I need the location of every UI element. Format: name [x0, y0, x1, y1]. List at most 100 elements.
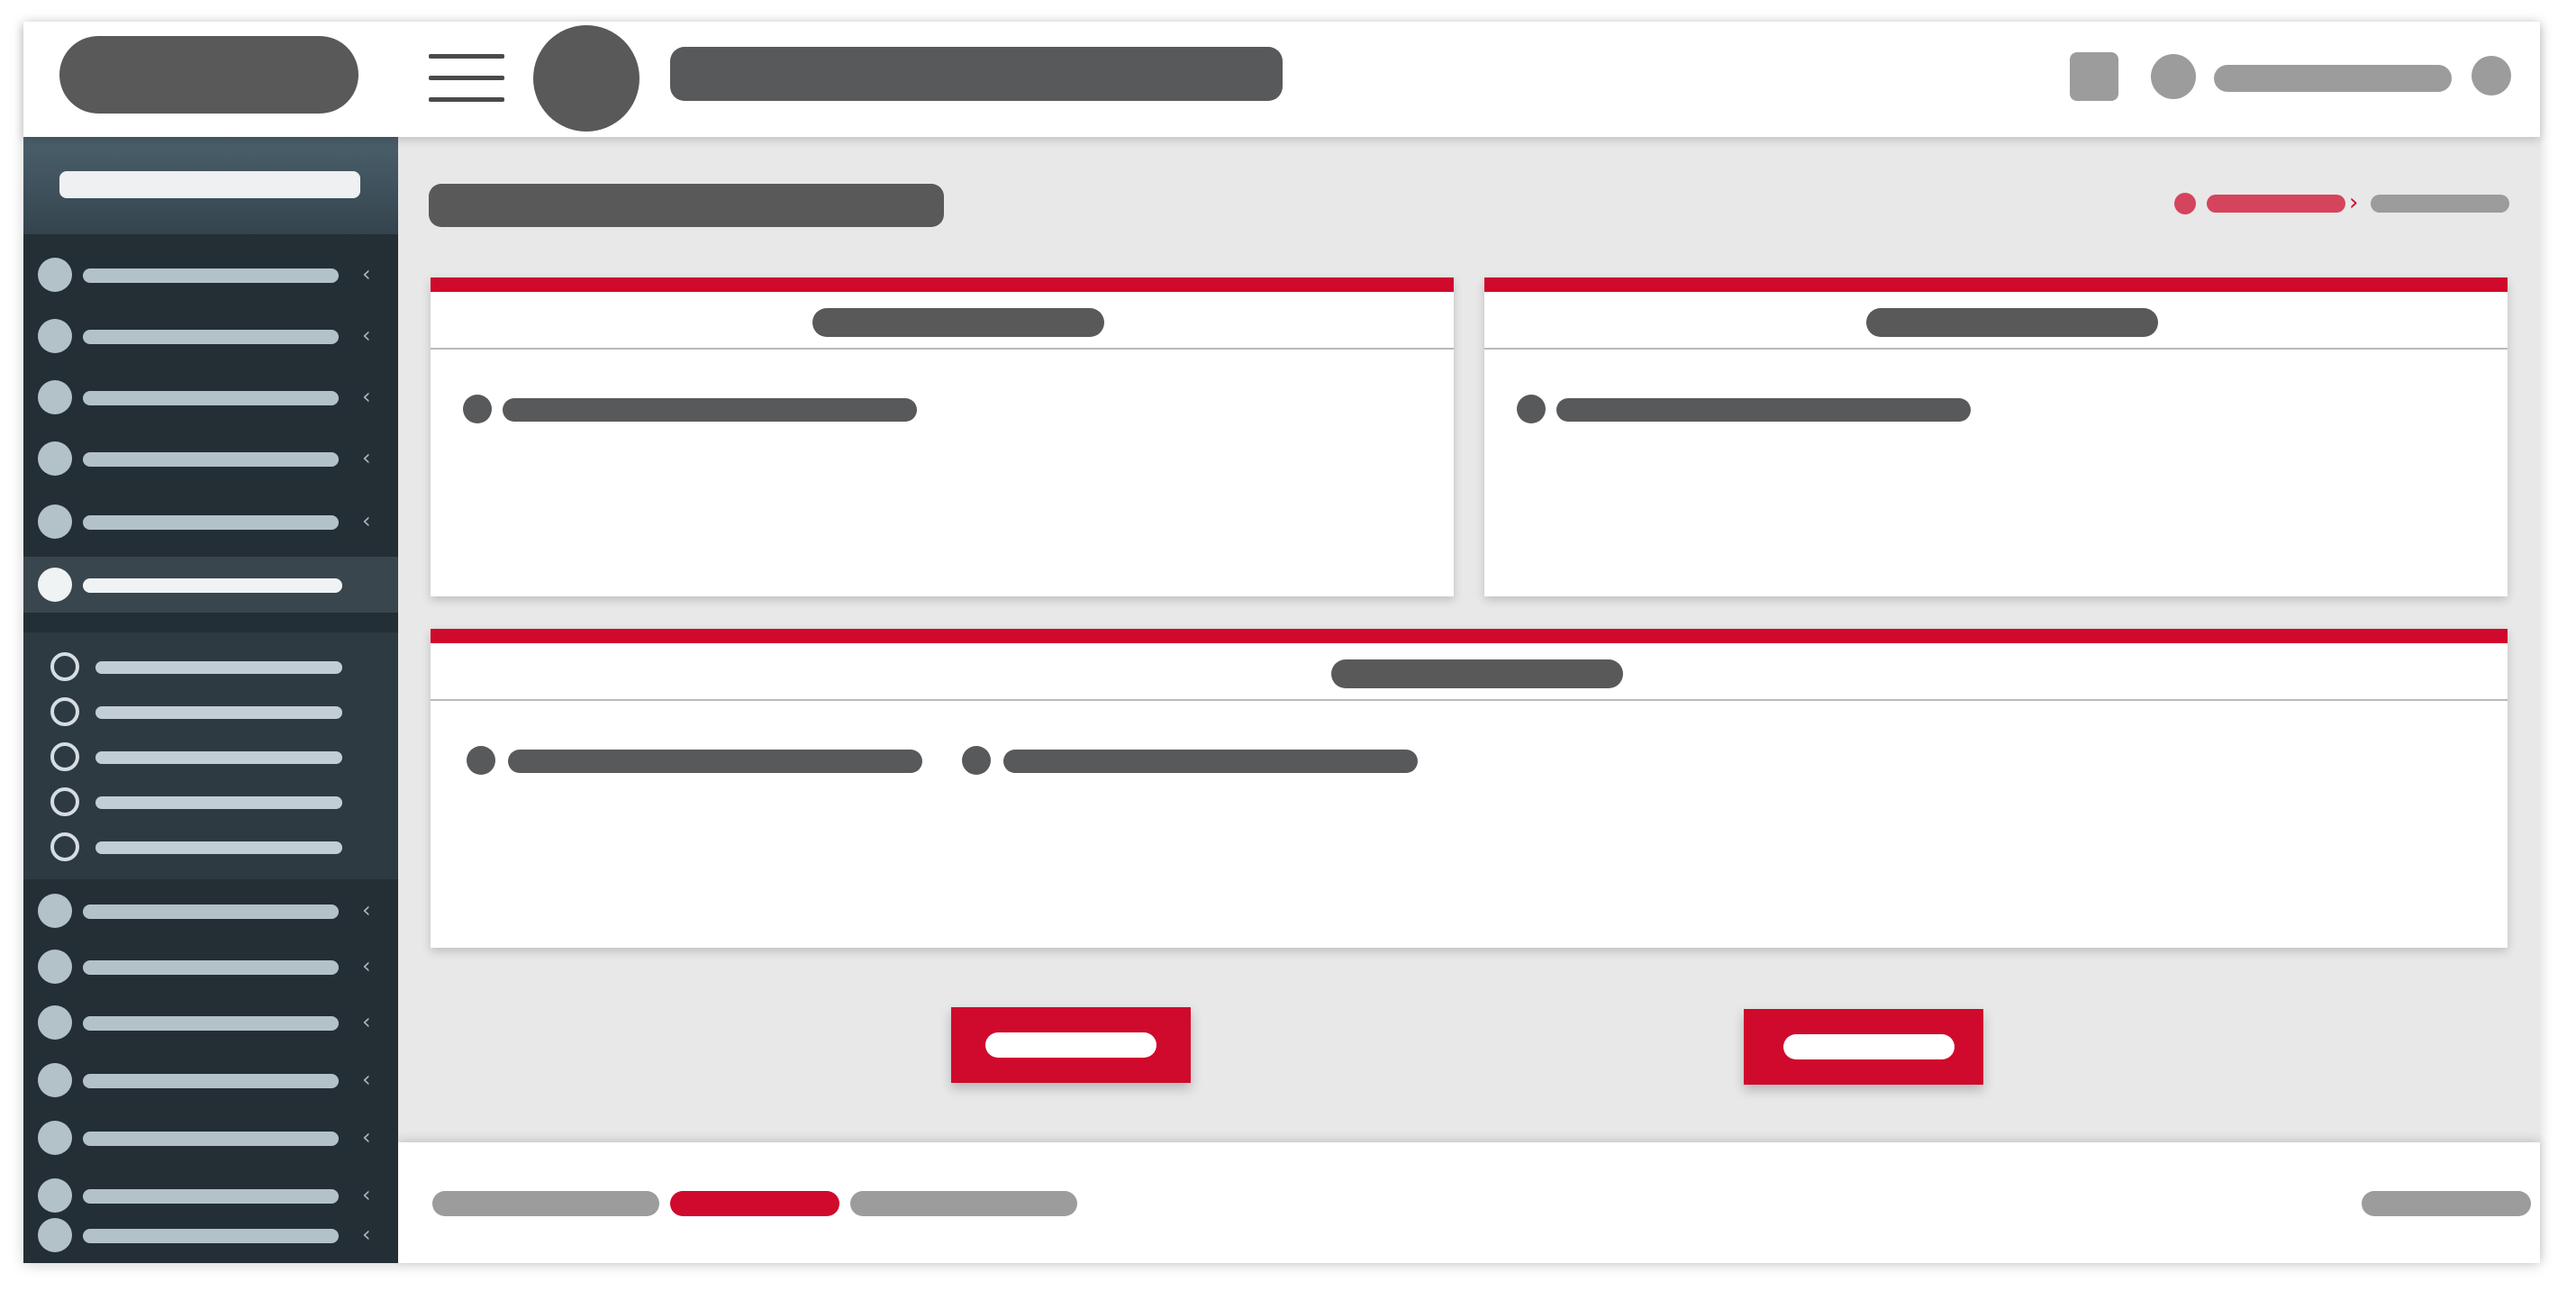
- submenu-label-placeholder: [95, 841, 342, 854]
- sidebar-header: [23, 137, 398, 234]
- breadcrumb-separator-icon: ›: [2349, 189, 2359, 216]
- nav-label-placeholder: [83, 1189, 339, 1204]
- ring-bullet-icon: [50, 787, 79, 816]
- breadcrumb-home-icon[interactable]: [2174, 193, 2196, 214]
- sidebar-search-input[interactable]: [59, 171, 360, 198]
- button-label-placeholder: [985, 1032, 1156, 1058]
- chevron-left-icon: ‹: [362, 1124, 371, 1150]
- card-line-placeholder: [503, 398, 917, 422]
- sidebar-submenu: [23, 632, 398, 879]
- sidebar-item[interactable]: ‹: [23, 939, 398, 995]
- nav-icon: [38, 1218, 72, 1252]
- card-title-placeholder: [812, 308, 1104, 337]
- chevron-left-icon: ‹: [362, 445, 371, 470]
- sidebar-item[interactable]: ‹: [23, 431, 398, 486]
- button-label-placeholder: [1783, 1034, 1955, 1059]
- card-header: [1484, 292, 2508, 350]
- primary-action-button[interactable]: [951, 1007, 1191, 1083]
- chevron-left-icon: ‹: [362, 897, 371, 923]
- card-header: [431, 292, 1454, 350]
- nav-label-placeholder: [83, 1016, 339, 1031]
- nav-label-placeholder: [83, 1132, 339, 1146]
- sidebar-item[interactable]: ‹: [23, 1207, 398, 1263]
- submenu-label-placeholder: [95, 751, 342, 764]
- nav-icon: [38, 505, 72, 539]
- submenu-label-placeholder: [95, 796, 342, 809]
- sidebar-item[interactable]: ‹: [23, 883, 398, 939]
- app-window: ‹ ‹ ‹ ‹ ‹ ‹ ‹ ‹ ‹ ‹ ‹ ‹ ›: [23, 22, 2540, 1263]
- nav-icon: [38, 1121, 72, 1155]
- bullet-dot: [1517, 395, 1546, 423]
- ring-bullet-icon: [50, 742, 79, 771]
- footer-link-active-placeholder[interactable]: [670, 1191, 839, 1216]
- nav-label-placeholder: [83, 578, 342, 593]
- submenu-item[interactable]: [23, 825, 398, 868]
- nav-icon: [38, 319, 72, 353]
- submenu-item[interactable]: [23, 735, 398, 778]
- submenu-label-placeholder: [95, 661, 342, 674]
- nav-icon: [38, 1005, 72, 1040]
- info-card-wide: [431, 629, 2508, 948]
- submenu-item[interactable]: [23, 690, 398, 733]
- sidebar-item[interactable]: ‹: [23, 1052, 398, 1108]
- sidebar-item[interactable]: ‹: [23, 247, 398, 303]
- notification-icon[interactable]: [2070, 52, 2118, 101]
- breadcrumb-current-placeholder: [2371, 195, 2509, 213]
- hamburger-menu-icon[interactable]: [429, 50, 504, 105]
- sidebar-item[interactable]: ‹: [23, 494, 398, 550]
- chevron-left-icon: ‹: [362, 953, 371, 978]
- ring-bullet-icon: [50, 832, 79, 861]
- chevron-left-icon: ‹: [362, 1182, 371, 1207]
- nav-icon: [38, 380, 72, 414]
- submenu-item[interactable]: [23, 645, 398, 688]
- nav-label-placeholder: [83, 268, 339, 283]
- chevron-left-icon: ‹: [362, 1222, 371, 1247]
- chevron-left-icon: ‹: [362, 1009, 371, 1034]
- info-card-right: [1484, 277, 2508, 596]
- nav-icon: [38, 258, 72, 292]
- card-title-placeholder: [1331, 659, 1623, 688]
- bullet-dot: [463, 395, 492, 423]
- footer-link-placeholder[interactable]: [850, 1191, 1077, 1216]
- card-line-placeholder: [508, 750, 922, 773]
- bullet-dot: [962, 746, 991, 775]
- ring-bullet-icon: [50, 652, 79, 681]
- sidebar-item[interactable]: ‹: [23, 369, 398, 425]
- sidebar-item-active[interactable]: [23, 557, 398, 613]
- card-title-placeholder: [1866, 308, 2158, 337]
- nav-icon: [38, 950, 72, 984]
- card-line-placeholder: [1003, 750, 1418, 773]
- submenu-item[interactable]: [23, 780, 398, 823]
- settings-icon[interactable]: [2472, 56, 2511, 95]
- footer-copyright-placeholder: [2362, 1191, 2531, 1216]
- sidebar-item[interactable]: ‹: [23, 308, 398, 364]
- footer: [398, 1142, 2540, 1263]
- nav-icon: [38, 441, 72, 476]
- profile-icon[interactable]: [2151, 54, 2196, 99]
- nav-label-placeholder: [83, 905, 339, 919]
- user-avatar[interactable]: [533, 25, 639, 132]
- chevron-left-icon: ‹: [362, 384, 371, 409]
- card-line-placeholder: [1556, 398, 1971, 422]
- nav-label-placeholder: [83, 515, 339, 530]
- sidebar-item[interactable]: ‹: [23, 995, 398, 1050]
- breadcrumb-link-placeholder[interactable]: [2207, 195, 2345, 213]
- secondary-action-button[interactable]: [1744, 1009, 1983, 1085]
- submenu-label-placeholder: [95, 706, 342, 719]
- ring-bullet-icon: [50, 697, 79, 726]
- app-logo[interactable]: [59, 36, 358, 114]
- top-header: [23, 22, 2540, 137]
- nav-icon: [38, 568, 72, 602]
- nav-icon: [38, 1063, 72, 1097]
- sidebar: ‹ ‹ ‹ ‹ ‹ ‹ ‹ ‹ ‹ ‹ ‹ ‹: [23, 137, 398, 1263]
- nav-label-placeholder: [83, 960, 339, 975]
- footer-link-placeholder[interactable]: [432, 1191, 659, 1216]
- bullet-dot: [467, 746, 495, 775]
- username-placeholder[interactable]: [2214, 65, 2452, 92]
- nav-icon: [38, 894, 72, 928]
- sidebar-item[interactable]: ‹: [23, 1110, 398, 1166]
- nav-label-placeholder: [83, 1229, 339, 1243]
- nav-label-placeholder: [83, 330, 339, 344]
- nav-label-placeholder: [83, 391, 339, 405]
- nav-label-placeholder: [83, 452, 339, 467]
